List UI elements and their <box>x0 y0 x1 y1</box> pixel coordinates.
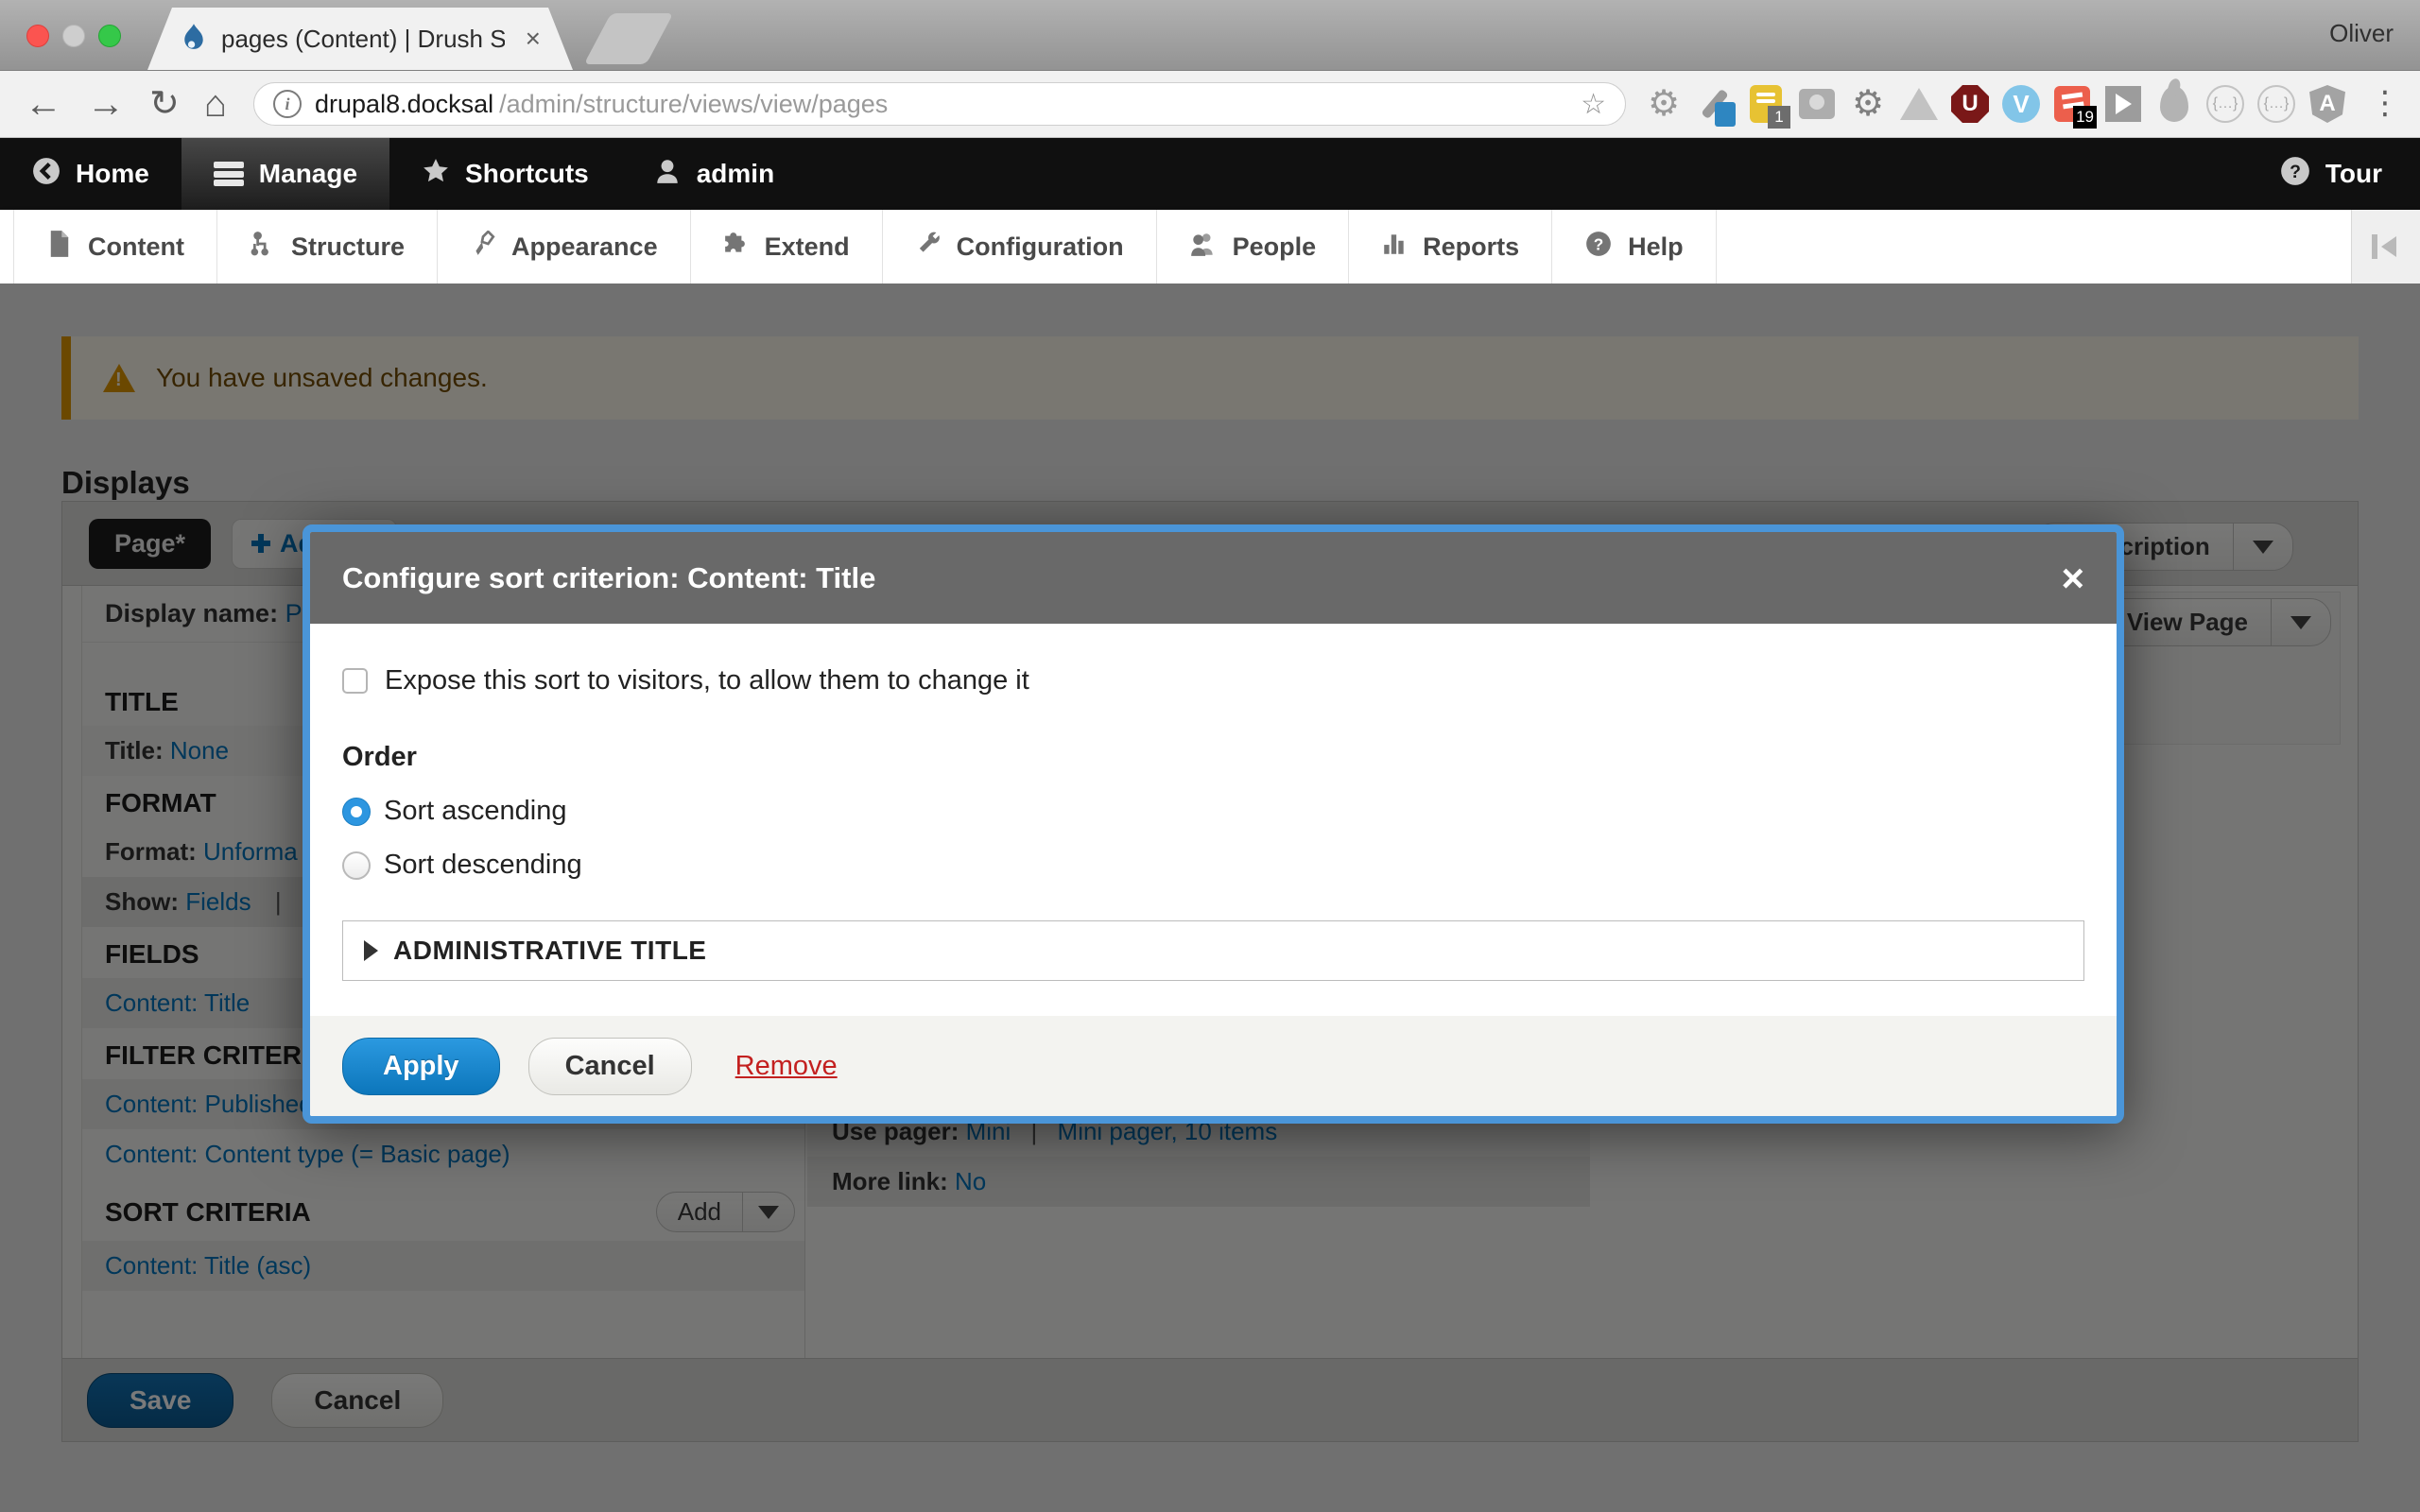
help-circle-icon: ? <box>1584 230 1613 265</box>
modal-header[interactable]: Configure sort criterion: Content: Title… <box>310 532 2117 624</box>
tasks-badge: 19 <box>2073 106 2097 129</box>
toolbar-collapse-button[interactable] <box>2351 210 2420 284</box>
url-bar[interactable]: i drupal8.docksal/admin/structure/views/… <box>253 82 1626 126</box>
administrative-title-label: ADMINISTRATIVE TITLE <box>393 936 706 966</box>
paintbrush-icon <box>470 231 496 264</box>
order-label: Order <box>342 742 2084 773</box>
extension-row: ⚙ 1 ⚙ U V 19 {…} {…} A ⋮ <box>1643 83 2399 125</box>
tab-close-icon[interactable]: × <box>526 24 541 54</box>
toolbar-tour[interactable]: ? Tour <box>2242 138 2420 210</box>
notes-extension-icon[interactable]: 1 <box>1745 83 1787 125</box>
svg-text:?: ? <box>2290 161 2301 181</box>
menu-item-help[interactable]: ? Help <box>1552 210 1717 284</box>
menu-item-structure[interactable]: Structure <box>217 210 438 284</box>
bar-chart-icon <box>1381 231 1408 264</box>
json-viewer-extension-icon[interactable]: {…} <box>2204 83 2246 125</box>
menu-item-people[interactable]: People <box>1157 210 1350 284</box>
new-tab-button[interactable] <box>584 13 674 64</box>
toolbar-home-label: Home <box>76 159 149 189</box>
angular-extension-icon[interactable]: A <box>2307 83 2348 125</box>
puzzle-icon <box>723 231 750 264</box>
close-icon[interactable]: × <box>2061 558 2084 598</box>
url-path: /admin/structure/views/view/pages <box>499 90 888 119</box>
sort-ascending-label: Sort ascending <box>384 796 566 827</box>
question-circle-icon: ? <box>2280 156 2310 193</box>
remove-link[interactable]: Remove <box>735 1051 838 1082</box>
toolbar-user[interactable]: admin <box>621 138 806 210</box>
menu-item-reports[interactable]: Reports <box>1349 210 1552 284</box>
star-icon <box>422 157 450 192</box>
tab-title: pages (Content) | Drush Site-In <box>221 25 505 54</box>
sort-descending-option[interactable]: Sort descending <box>342 850 2084 881</box>
reload-icon[interactable]: ↻ <box>149 86 180 122</box>
drupal-favicon-icon <box>180 23 208 55</box>
notes-badge: 1 <box>1768 106 1790 129</box>
back-icon[interactable]: ← <box>25 85 62 123</box>
back-to-site-icon <box>32 157 60 192</box>
window-zoom-button[interactable] <box>98 25 121 47</box>
window-close-button[interactable] <box>26 25 49 47</box>
video-player-extension-icon[interactable] <box>2102 83 2144 125</box>
svg-text:?: ? <box>1594 234 1603 253</box>
browser-tab[interactable]: pages (Content) | Drush Site-In × <box>147 8 573 70</box>
modal-footer: Apply Cancel Remove <box>310 1016 2117 1116</box>
browser-profile-name[interactable]: Oliver <box>2329 19 2394 48</box>
cancel-button[interactable]: Cancel <box>528 1038 692 1095</box>
toolbar-user-label: admin <box>697 159 774 189</box>
tasks-extension-icon[interactable]: 19 <box>2051 83 2093 125</box>
modal-title: Configure sort criterion: Content: Title <box>342 561 875 595</box>
apply-button[interactable]: Apply <box>342 1038 500 1095</box>
menu-item-extend[interactable]: Extend <box>691 210 883 284</box>
sort-descending-label: Sort descending <box>384 850 582 881</box>
menu-item-configuration[interactable]: Configuration <box>883 210 1157 284</box>
bookmark-star-icon[interactable]: ☆ <box>1581 88 1606 121</box>
menu-item-content[interactable]: Content <box>13 210 217 284</box>
window-minimize-button[interactable] <box>62 25 85 47</box>
camera-extension-icon[interactable] <box>1796 83 1838 125</box>
modal-body: Expose this sort to visitors, to allow t… <box>310 624 2117 981</box>
browser-menu-icon[interactable]: ⋮ <box>2358 83 2399 125</box>
browser-tab-strip: pages (Content) | Drush Site-In × Oliver <box>0 0 2420 71</box>
browser-toolbar: ← → ↻ ⌂ i drupal8.docksal/admin/structur… <box>0 71 2420 138</box>
toolbar-manage-label: Manage <box>259 159 357 189</box>
home-icon[interactable]: ⌂ <box>204 85 227 123</box>
wrench-icon <box>915 231 942 264</box>
drupal-menu-bar: Content Structure Appearance Extend Conf… <box>0 210 2420 284</box>
administrative-title-fieldset[interactable]: ADMINISTRATIVE TITLE <box>342 920 2084 981</box>
expose-sort-label: Expose this sort to visitors, to allow t… <box>385 665 1029 696</box>
expose-sort-checkbox[interactable] <box>342 668 368 694</box>
forward-icon[interactable]: → <box>87 85 125 123</box>
collapse-left-icon <box>2370 233 2402 260</box>
sort-descending-radio[interactable] <box>342 851 371 880</box>
expose-sort-option[interactable]: Expose this sort to visitors, to allow t… <box>342 665 2084 696</box>
window-controls <box>26 25 121 47</box>
expand-triangle-icon <box>364 940 378 961</box>
settings-gear-extension-icon[interactable]: ⚙ <box>1847 83 1889 125</box>
menu-item-appearance[interactable]: Appearance <box>438 210 691 284</box>
sitemap-icon <box>250 231 276 264</box>
toolbar-home[interactable]: Home <box>0 138 182 210</box>
people-icon <box>1189 231 1218 264</box>
url-host: drupal8.docksal <box>315 90 493 119</box>
configure-sort-modal: Configure sort criterion: Content: Title… <box>302 524 2124 1124</box>
vimeo-extension-icon[interactable]: V <box>2000 83 2042 125</box>
hamburger-icon <box>214 162 244 186</box>
ublock-extension-icon[interactable]: U <box>1949 83 1991 125</box>
json-viewer2-extension-icon[interactable]: {…} <box>2256 83 2297 125</box>
user-icon <box>653 157 682 192</box>
drupal-extension-icon[interactable] <box>2153 83 2195 125</box>
toolbar-tour-label: Tour <box>2325 159 2382 189</box>
color-picker-extension-icon[interactable] <box>1694 83 1736 125</box>
toolbar-shortcuts[interactable]: Shortcuts <box>389 138 621 210</box>
page-info-icon[interactable]: i <box>273 90 302 118</box>
drive-extension-icon[interactable] <box>1898 83 1940 125</box>
toolbar-shortcuts-label: Shortcuts <box>465 159 589 189</box>
toolbar-manage[interactable]: Manage <box>182 138 389 210</box>
document-icon <box>46 230 73 265</box>
gear-extension-icon[interactable]: ⚙ <box>1643 83 1685 125</box>
sort-ascending-option[interactable]: Sort ascending <box>342 796 2084 827</box>
sort-ascending-radio[interactable] <box>342 798 371 826</box>
drupal-admin-toolbar: Home Manage Shortcuts admin ? Tour <box>0 138 2420 210</box>
